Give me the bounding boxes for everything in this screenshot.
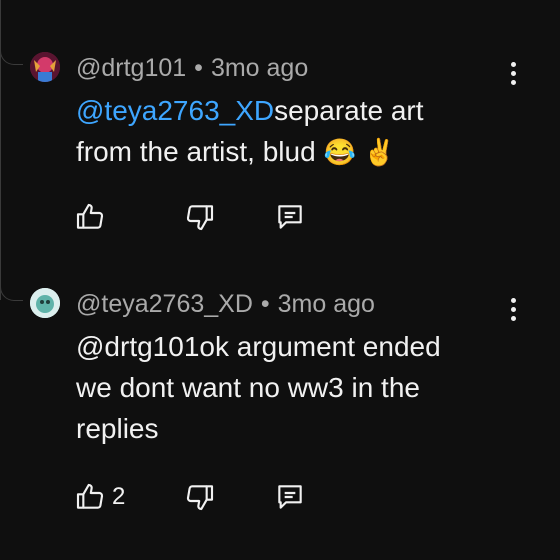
- more-options-button[interactable]: [500, 291, 526, 327]
- reply-icon: [278, 485, 302, 509]
- more-vertical-icon: [510, 297, 516, 303]
- avatar[interactable]: [30, 52, 60, 82]
- mention-text[interactable]: @drtg101: [76, 331, 199, 362]
- thumbs-up-icon: [76, 483, 104, 509]
- reply-button[interactable]: [274, 480, 306, 514]
- meta-separator: •: [194, 54, 203, 82]
- like-count: 2: [112, 483, 126, 510]
- more-vertical-icon: [510, 61, 516, 67]
- comment-actions: [74, 200, 374, 234]
- thumbs-up-icon: [76, 203, 104, 229]
- thumbs-down-icon: [186, 485, 214, 511]
- more-options-button[interactable]: [500, 55, 526, 91]
- dislike-button[interactable]: [184, 200, 216, 234]
- comment-text: @teya2763_XDseparate art from the artist…: [76, 90, 516, 173]
- thread-branch: [0, 270, 23, 301]
- comment-actions: 2: [74, 480, 374, 514]
- emoji: 😂 ✌️: [323, 137, 396, 167]
- comment-text-line: from the artist, blud: [76, 136, 316, 167]
- thread-branch: [0, 34, 23, 65]
- mention-link[interactable]: @teya2763_XD: [76, 95, 274, 126]
- like-button[interactable]: 2: [74, 480, 125, 514]
- meta-separator: •: [260, 290, 270, 318]
- reply-button[interactable]: [274, 200, 306, 234]
- thumbs-down-icon: [186, 205, 214, 231]
- comment-text: @drtg101ok argument ended we dont want n…: [76, 326, 516, 449]
- timestamp[interactable]: 3mo ago: [278, 290, 375, 318]
- comment-text-line: separate art: [274, 95, 424, 126]
- timestamp[interactable]: 3mo ago: [211, 54, 308, 82]
- comment-meta: @teya2763_XD • 3mo ago: [76, 290, 375, 319]
- like-button[interactable]: [74, 200, 112, 234]
- comment-text-line: ok argument ended: [199, 331, 441, 362]
- avatar-image-icon: [30, 288, 60, 318]
- comment-meta: @drtg101 • 3mo ago: [76, 54, 308, 83]
- avatar[interactable]: [30, 288, 60, 318]
- author-name[interactable]: @teya2763_XD: [76, 290, 253, 318]
- comment-text-line: replies: [76, 413, 159, 444]
- comment-text-line: we dont want no ww3 in the: [76, 372, 420, 403]
- dislike-button[interactable]: [184, 480, 216, 514]
- reply-icon: [278, 205, 302, 229]
- avatar-image-icon: [30, 52, 60, 82]
- author-name[interactable]: @drtg101: [76, 54, 186, 82]
